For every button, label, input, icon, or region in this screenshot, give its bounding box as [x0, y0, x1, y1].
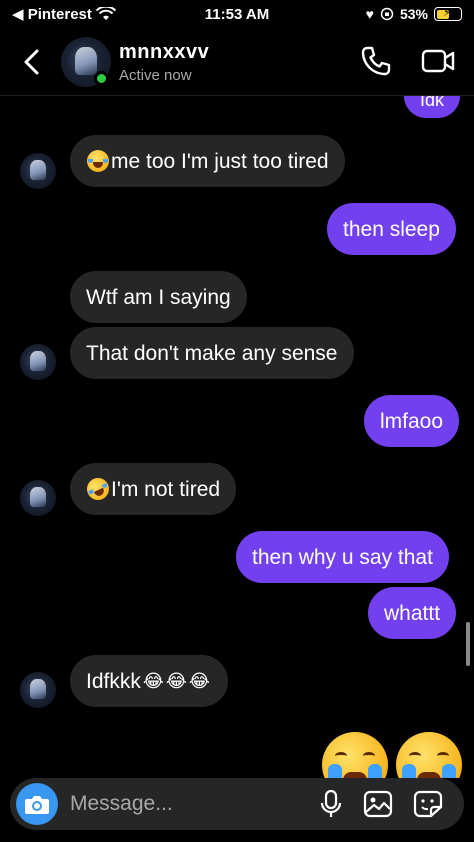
- microphone-icon[interactable]: [317, 789, 345, 819]
- battery-icon: ⚡: [434, 7, 462, 21]
- message-outgoing[interactable]: whattt: [368, 587, 457, 639]
- phone-icon[interactable]: [359, 44, 393, 78]
- wifi-icon: [95, 7, 116, 20]
- crying-emoji-icon[interactable]: [396, 732, 462, 778]
- back-icon[interactable]: [18, 46, 46, 78]
- message-incoming[interactable]: I'm not tired: [70, 463, 237, 515]
- video-call-icon[interactable]: [420, 44, 456, 78]
- status-back-app[interactable]: ◀ Pinterest: [12, 5, 92, 23]
- contact-avatar-small[interactable]: [20, 344, 56, 380]
- message-incoming[interactable]: me too I'm just too tired: [70, 135, 345, 187]
- status-time: 11:53 AM: [204, 5, 270, 23]
- status-bar: ◀ Pinterest 11:53 AM ♥ 53% ⚡: [0, 0, 474, 28]
- online-indicator: [94, 71, 109, 86]
- contact-name[interactable]: mnnxxvv: [119, 41, 209, 64]
- contact-avatar-small[interactable]: [20, 672, 56, 708]
- scrollbar[interactable]: [466, 622, 470, 666]
- message-outgoing[interactable]: then why u say that: [236, 531, 449, 583]
- battery-percent: 53%: [399, 6, 428, 22]
- message-outgoing[interactable]: Idk: [404, 96, 461, 118]
- chat-header: mnnxxvv Active now: [0, 30, 474, 96]
- camera-button[interactable]: [16, 783, 58, 825]
- message-incoming[interactable]: Wtf am I saying: [70, 271, 247, 323]
- sticker-icon[interactable]: [412, 789, 444, 819]
- message-incoming[interactable]: That don't make any sense: [70, 327, 354, 379]
- message-outgoing[interactable]: lmfaoo: [364, 395, 460, 447]
- message-incoming[interactable]: Idfkkk 😂😂😂: [70, 655, 228, 707]
- message-outgoing[interactable]: then sleep: [327, 203, 456, 255]
- contact-avatar-small[interactable]: [20, 153, 56, 189]
- gallery-icon[interactable]: [362, 789, 394, 819]
- joy-emoji-icon: 😂😂😂: [142, 670, 212, 691]
- back-to-app[interactable]: ◀ Pinterest: [12, 5, 172, 23]
- message-input[interactable]: [70, 778, 310, 830]
- contact-status: Active now: [119, 67, 192, 84]
- camera-icon: [25, 796, 49, 814]
- orientation-lock-icon: [380, 7, 394, 21]
- contact-avatar-small[interactable]: [20, 480, 56, 516]
- message-thread[interactable]: Idk me too I'm just too tired then sleep…: [0, 96, 474, 778]
- heart-icon: ♥: [365, 6, 374, 22]
- message-composer: [10, 778, 464, 830]
- rofl-emoji-icon: [83, 474, 113, 504]
- joy-emoji-icon: [87, 150, 109, 172]
- crying-emoji-icon[interactable]: [322, 732, 388, 778]
